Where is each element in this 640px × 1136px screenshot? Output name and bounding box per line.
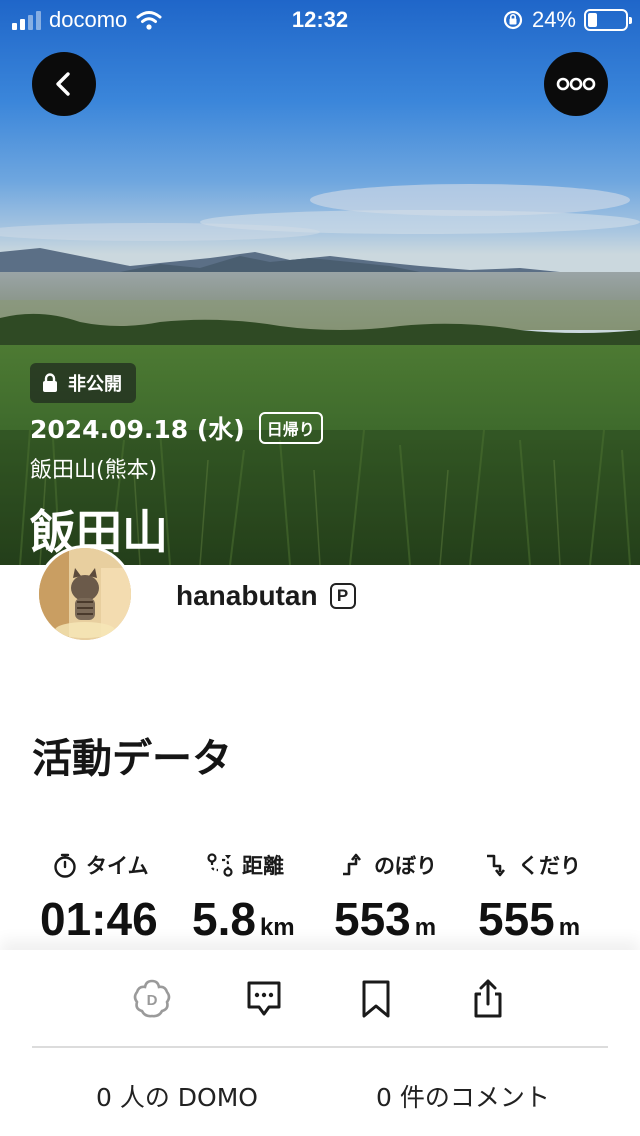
- stat-ascent-label: のぼり: [374, 854, 437, 878]
- stat-time-label-row: タイム: [52, 846, 158, 884]
- ascent-icon: [343, 853, 362, 876]
- domo-button[interactable]: D: [128, 974, 176, 1024]
- stat-descent-value: 555: [478, 893, 555, 945]
- user-row[interactable]: hanabutan P: [176, 580, 356, 612]
- battery-level: [588, 13, 597, 27]
- counts-row: 0 人の DOMO 0 件のコメント: [0, 1078, 640, 1118]
- domo-icon: D: [133, 979, 171, 1018]
- status-right: 24%: [502, 7, 632, 33]
- lock-icon: [43, 373, 57, 392]
- stat-descent: くだり 555 m: [478, 846, 581, 946]
- back-button[interactable]: [32, 52, 96, 116]
- stat-ascent-label-row: のぼり: [340, 846, 437, 884]
- stat-time-value: 01:46: [40, 893, 158, 945]
- stat-ascent-value-row: 553 m: [334, 892, 437, 946]
- route-icon: [207, 853, 233, 877]
- descent-icon: [487, 854, 506, 877]
- stat-distance: 距離 5.8 km: [192, 846, 295, 946]
- comment-icon: [247, 981, 281, 1016]
- divider: [32, 1046, 608, 1048]
- stat-distance-unit: km: [259, 914, 295, 941]
- stats-row: タイム 01:46 距離 5.8 km のぼり 553 m くだり 555 m: [0, 846, 640, 956]
- stat-distance-value: 5.8: [192, 893, 256, 945]
- stat-distance-value-row: 5.8 km: [192, 892, 295, 946]
- stat-time-value-row: 01:46: [40, 892, 158, 946]
- action-bar: D 0 人の DOMO 0 件のコメント: [0, 950, 640, 1136]
- date-row: 2024.09.18 (水) 日帰り: [30, 410, 323, 446]
- section-title-activity-data: 活動データ: [32, 736, 232, 782]
- stat-time: タイム 01:46: [40, 846, 158, 946]
- stat-time-label: タイム: [86, 854, 149, 878]
- avatar-image: [39, 548, 131, 640]
- stat-descent-label: くだり: [518, 854, 581, 878]
- more-options-button[interactable]: [544, 52, 608, 116]
- stat-ascent-value: 553: [334, 893, 411, 945]
- stat-descent-value-row: 555 m: [478, 892, 581, 946]
- stat-ascent: のぼり 553 m: [334, 846, 437, 946]
- visibility-label: 非公開: [68, 374, 122, 395]
- comment-count[interactable]: 0 件のコメント: [376, 1078, 550, 1114]
- status-bar: docomo 12:32 24%: [0, 0, 640, 40]
- orientation-lock-icon: [503, 10, 523, 30]
- more-dots-icon: [556, 77, 596, 91]
- stat-descent-label-row: くだり: [484, 846, 581, 884]
- stat-descent-unit: m: [558, 914, 581, 941]
- action-icons-row: D: [0, 974, 640, 1024]
- premium-badge: P: [329, 583, 356, 609]
- stat-distance-label-row: 距離: [206, 846, 295, 884]
- stat-distance-label: 距離: [242, 854, 284, 878]
- comment-button[interactable]: [240, 974, 288, 1024]
- svg-text:D: D: [147, 992, 158, 1009]
- avatar[interactable]: [36, 545, 134, 643]
- domo-count[interactable]: 0 人の DOMO: [96, 1078, 258, 1114]
- activity-location[interactable]: 飯田山(熊本): [30, 452, 157, 484]
- activity-date: 2024.09.18 (水): [30, 415, 245, 444]
- private-badge: 非公開: [30, 363, 136, 403]
- bookmark-icon: [362, 980, 390, 1018]
- share-button[interactable]: [464, 974, 512, 1024]
- battery-icon: [584, 9, 632, 31]
- stopwatch-icon: [54, 853, 76, 878]
- chevron-left-icon: [56, 72, 70, 96]
- stat-ascent-unit: m: [414, 914, 437, 941]
- battery-percent: 24%: [531, 7, 576, 32]
- username[interactable]: hanabutan: [176, 580, 318, 612]
- bookmark-button[interactable]: [352, 974, 400, 1024]
- trip-type-badge: 日帰り: [258, 412, 323, 444]
- share-icon: [474, 979, 502, 1018]
